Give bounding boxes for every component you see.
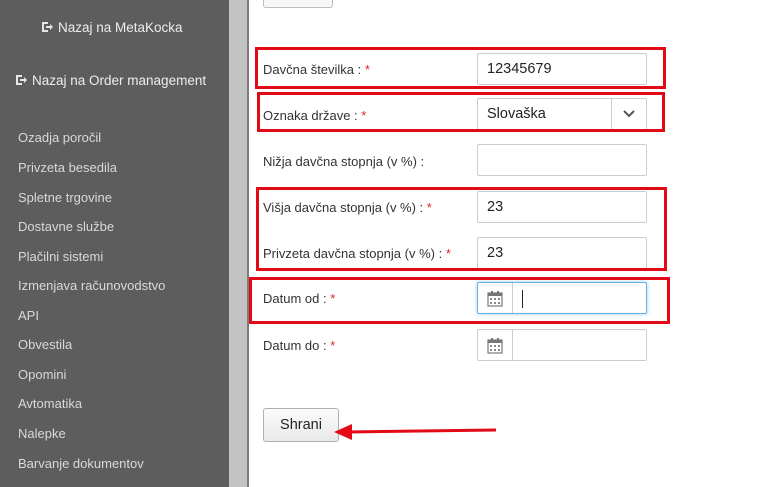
- text-caret: [522, 290, 523, 308]
- required-marker: *: [364, 62, 370, 77]
- required-marker: *: [361, 108, 367, 123]
- sidebar-item-web-shops[interactable]: Spletne trgovine: [18, 190, 112, 205]
- sidebar: Nazaj na MetaKocka Nazaj na Order manage…: [0, 0, 229, 487]
- sidebar-item-labels[interactable]: Nalepke: [18, 426, 66, 441]
- calendar-icon: [487, 338, 503, 354]
- higher-rate-input[interactable]: 23: [477, 191, 647, 223]
- sidebar-item-default-texts[interactable]: Privzeta besedila: [18, 160, 117, 175]
- higher-rate-label: Višja davčna stopnja (v %) : *: [263, 200, 432, 215]
- sidebar-item-report-backgrounds[interactable]: Ozadja poročil: [18, 130, 101, 145]
- date-from-label: Datum od : *: [263, 291, 336, 306]
- sidebar-item-reminders[interactable]: Opomini: [18, 367, 66, 382]
- sidebar-item-document-coloring[interactable]: Barvanje dokumentov: [18, 456, 144, 471]
- required-marker: *: [330, 338, 336, 353]
- date-from-picker-button[interactable]: [478, 283, 513, 313]
- country-label: Oznaka države : *: [263, 108, 367, 123]
- back-to-order-management-link[interactable]: Nazaj na Order management: [15, 73, 206, 88]
- required-marker: *: [426, 200, 432, 215]
- chevron-down-icon: [623, 110, 635, 118]
- required-marker: *: [330, 291, 336, 306]
- tax-number-input[interactable]: 12345679: [477, 53, 647, 85]
- top-button[interactable]: [263, 0, 333, 8]
- sidebar-item-api[interactable]: API: [18, 308, 39, 323]
- back-to-metakocka-link[interactable]: Nazaj na MetaKocka: [41, 20, 183, 35]
- tax-settings-form: Davčna številka : * 12345679 Oznaka drža…: [249, 0, 775, 487]
- required-marker: *: [445, 246, 451, 261]
- external-link-icon: [42, 22, 53, 32]
- date-to-picker-button[interactable]: [478, 330, 513, 360]
- default-rate-input[interactable]: 23: [477, 237, 647, 269]
- back-link-label: Nazaj na MetaKocka: [58, 20, 183, 35]
- country-select-value: Slovaška: [487, 106, 546, 122]
- calendar-icon: [487, 291, 503, 307]
- external-link-icon: [16, 75, 27, 85]
- sidebar-item-delivery-services[interactable]: Dostavne službe: [18, 219, 114, 234]
- lower-rate-input[interactable]: [477, 144, 647, 176]
- lower-rate-label: Nižja davčna stopnja (v %) :: [263, 154, 425, 169]
- sidebar-item-accounting-exchange[interactable]: Izmenjava računovodstvo: [18, 278, 165, 293]
- sidebar-item-notifications[interactable]: Obvestila: [18, 337, 72, 352]
- select-toggle[interactable]: [611, 99, 646, 129]
- scrollbar[interactable]: [229, 0, 247, 487]
- date-to-label: Datum do : *: [263, 338, 336, 353]
- back-link-label: Nazaj na Order management: [32, 73, 207, 88]
- default-rate-label: Privzeta davčna stopnja (v %) : *: [263, 246, 451, 261]
- date-to-input[interactable]: [477, 329, 647, 361]
- date-from-input[interactable]: [477, 282, 647, 314]
- sidebar-item-payment-systems[interactable]: Plačilni sistemi: [18, 249, 103, 264]
- tax-number-label: Davčna številka : *: [263, 62, 370, 77]
- sidebar-item-automation[interactable]: Avtomatika: [18, 396, 82, 411]
- save-button[interactable]: Shrani: [263, 408, 339, 442]
- country-select[interactable]: Slovaška: [477, 98, 647, 130]
